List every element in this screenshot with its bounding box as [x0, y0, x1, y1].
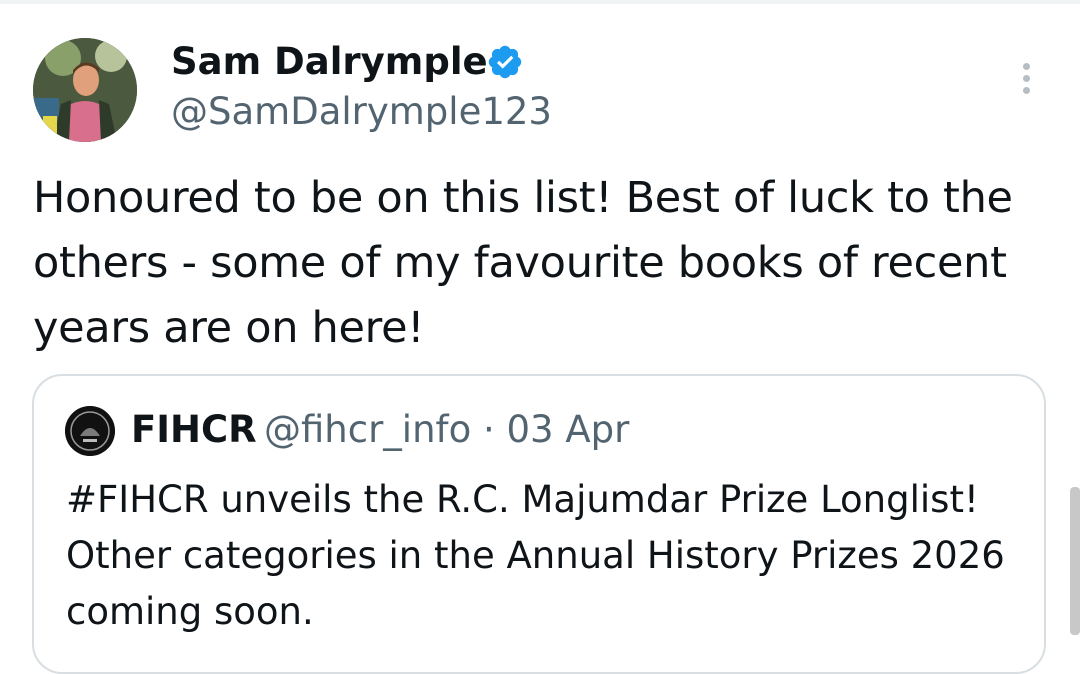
quoted-author-name[interactable]: FIHCR — [131, 408, 257, 451]
quoted-author-meta: @fihcr_info · 03 Apr — [264, 408, 629, 451]
quoted-author-handle[interactable]: @fihcr_info — [264, 408, 471, 451]
avatar[interactable] — [33, 38, 137, 142]
quoted-author-avatar[interactable] — [65, 406, 115, 456]
quoted-tweet-card[interactable]: FIHCR @fihcr_info · 03 Apr #FIHCR unveil… — [32, 374, 1046, 674]
quoted-tweet-date[interactable]: · 03 Apr — [483, 408, 629, 451]
verified-badge-icon[interactable] — [486, 43, 524, 81]
scrollbar[interactable] — [1070, 487, 1080, 635]
top-divider — [0, 0, 1080, 4]
tweet-text: Honoured to be on this list! Best of luc… — [33, 173, 1013, 353]
more-options-icon[interactable] — [1014, 60, 1038, 100]
author-name[interactable]: Sam Dalrymple — [171, 40, 488, 83]
quoted-tweet-text: #FIHCR unveils the R.C. Majumdar Prize L… — [66, 478, 1005, 633]
author-handle[interactable]: @SamDalrymple123 — [171, 90, 552, 133]
